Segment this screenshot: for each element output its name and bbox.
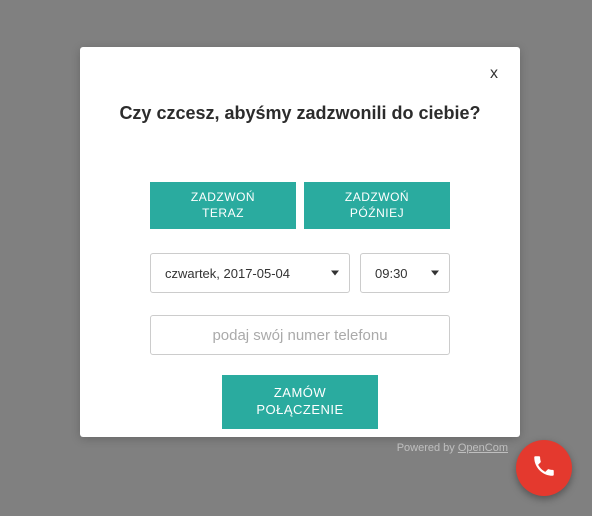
powered-by-prefix: Powered by (397, 442, 458, 454)
chevron-down-icon (331, 271, 339, 276)
phone-input[interactable] (150, 315, 450, 355)
modal-title: Czy czcesz, abyśmy zadzwonili do ciebie? (80, 103, 520, 124)
powered-by-brand[interactable]: OpenCom (458, 442, 508, 454)
chevron-down-icon (431, 271, 439, 276)
powered-by: Powered by OpenCom (397, 442, 508, 454)
submit-button[interactable]: ZAMÓWPOŁĄCZENIE (222, 375, 377, 429)
callback-modal: x Czy czcesz, abyśmy zadzwonili do ciebi… (80, 47, 520, 437)
time-select-value: 09:30 (375, 266, 408, 281)
tab-row: ZADZWOŃTERAZ ZADZWOŃPÓŹNIEJ (80, 182, 520, 229)
tab-call-later[interactable]: ZADZWOŃPÓŹNIEJ (304, 182, 450, 229)
phone-icon (531, 453, 557, 484)
call-fab[interactable] (516, 440, 572, 496)
select-row: czwartek, 2017-05-04 09:30 (80, 253, 520, 293)
date-select[interactable]: czwartek, 2017-05-04 (150, 253, 350, 293)
time-select[interactable]: 09:30 (360, 253, 450, 293)
tab-call-now[interactable]: ZADZWOŃTERAZ (150, 182, 296, 229)
close-button[interactable]: x (490, 65, 498, 83)
date-select-value: czwartek, 2017-05-04 (165, 266, 290, 281)
